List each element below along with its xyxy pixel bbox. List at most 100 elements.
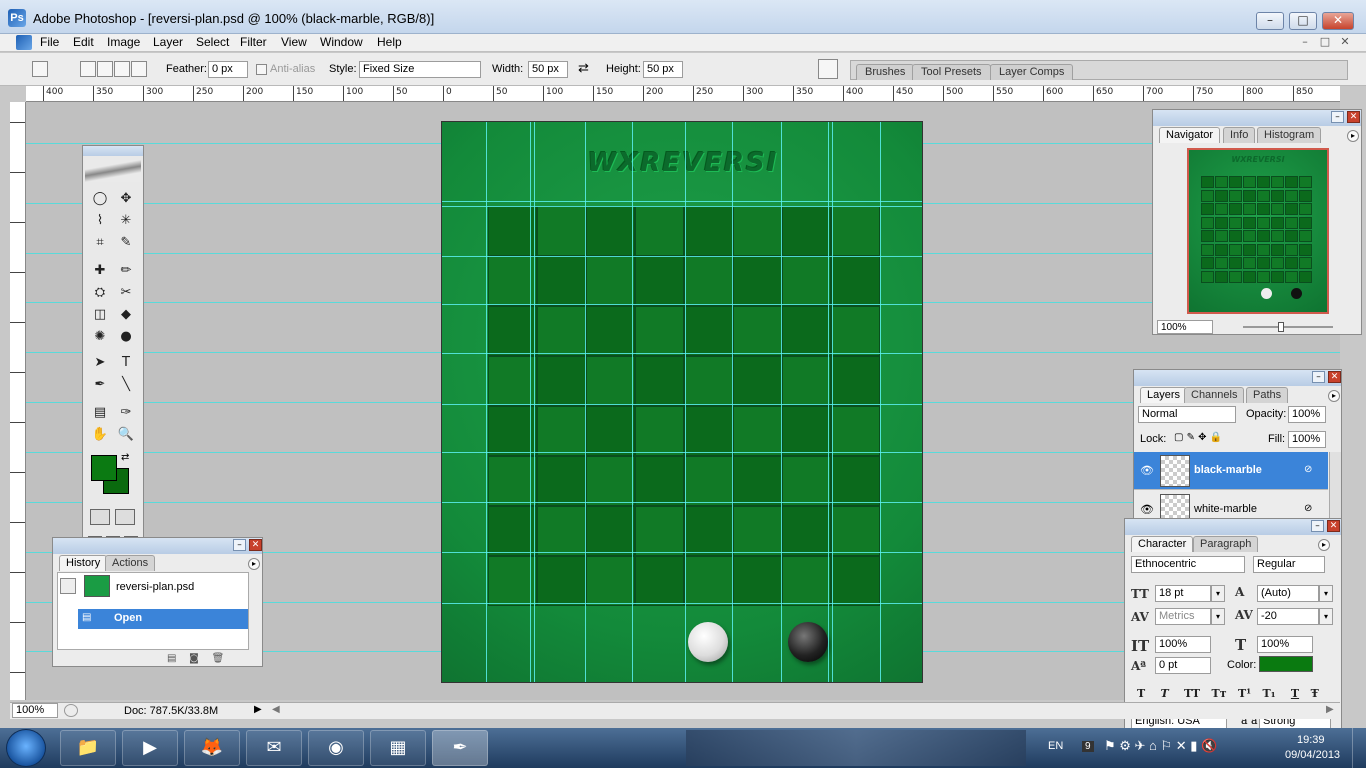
maximize-button[interactable]: □ bbox=[1289, 12, 1317, 30]
height-input[interactable]: 50 px bbox=[643, 61, 683, 78]
tab-channels[interactable]: Channels bbox=[1184, 387, 1245, 403]
tray-badge[interactable]: 9 bbox=[1082, 741, 1094, 752]
layers-minimize-button[interactable]: – bbox=[1312, 371, 1325, 383]
status-info-icon[interactable] bbox=[64, 704, 78, 717]
layer-effects-icon[interactable]: ⊘ bbox=[1304, 464, 1312, 475]
antialias-checkbox[interactable] bbox=[256, 64, 267, 75]
history-step-row[interactable]: ▤ Open bbox=[78, 609, 248, 629]
add-selection-icon[interactable] bbox=[97, 61, 113, 77]
layer-row[interactable]: 👁 white-marble ⊘ bbox=[1134, 491, 1328, 518]
swap-icon[interactable]: ⇄ bbox=[578, 60, 589, 76]
toolbox-header[interactable] bbox=[83, 146, 143, 156]
tab-info[interactable]: Info bbox=[1223, 127, 1256, 143]
blend-mode-select[interactable]: Normal bbox=[1138, 406, 1236, 423]
status-zoom-input[interactable]: 100% bbox=[12, 703, 58, 718]
character-panel-header[interactable]: – ✕ bbox=[1125, 519, 1341, 535]
faux-italic-button[interactable]: T bbox=[1161, 687, 1169, 700]
text-style-buttons[interactable]: T T TT Tт T¹ T₁ T Ŧ bbox=[1137, 687, 1319, 700]
document-icon[interactable] bbox=[16, 35, 32, 50]
taskbar-photoshop-icon[interactable]: ✒ bbox=[432, 730, 488, 766]
history-menu-icon[interactable]: ▸ bbox=[248, 558, 260, 570]
superscript-button[interactable]: T¹ bbox=[1238, 687, 1251, 700]
menu-view[interactable]: View bbox=[281, 35, 307, 49]
kerning-input[interactable]: Metrics bbox=[1155, 608, 1211, 625]
layer-name[interactable]: white-marble bbox=[1194, 503, 1257, 515]
tab-navigator[interactable]: Navigator bbox=[1159, 127, 1221, 143]
close-button[interactable]: ✕ bbox=[1322, 12, 1354, 30]
tool-icon[interactable]: ✏ bbox=[116, 262, 136, 280]
leading-dropdown[interactable]: ▾ bbox=[1319, 585, 1333, 602]
style-select[interactable]: Fixed Size bbox=[359, 61, 481, 78]
clock-time[interactable]: 19:39 bbox=[1297, 734, 1325, 746]
doc-close-button[interactable]: ✕ bbox=[1336, 35, 1354, 49]
all-caps-button[interactable]: TT bbox=[1184, 687, 1200, 700]
marquee-preset-icon[interactable] bbox=[32, 61, 48, 77]
new-selection-icon[interactable] bbox=[80, 61, 96, 77]
guide-line[interactable] bbox=[442, 206, 922, 207]
subtract-selection-icon[interactable] bbox=[114, 61, 130, 77]
font-family-select[interactable]: Ethnocentric bbox=[1131, 556, 1245, 573]
underline-button[interactable]: T bbox=[1291, 687, 1299, 700]
character-menu-icon[interactable]: ▸ bbox=[1318, 539, 1330, 551]
layers-menu-icon[interactable]: ▸ bbox=[1328, 390, 1340, 402]
tool-icon[interactable]: T bbox=[116, 354, 136, 372]
tray-icons[interactable]: ⚑ ⚙ ✈ ⌂ ⚐ ✕ ▮ 🔇 bbox=[1104, 738, 1217, 754]
text-color-swatch[interactable] bbox=[1259, 656, 1313, 672]
menu-select[interactable]: Select bbox=[196, 35, 229, 49]
faux-bold-button[interactable]: T bbox=[1137, 687, 1145, 700]
menu-file[interactable]: File bbox=[40, 35, 59, 49]
layer-name[interactable]: black-marble bbox=[1194, 464, 1262, 476]
vertical-ruler[interactable] bbox=[10, 102, 26, 700]
tab-histogram[interactable]: Histogram bbox=[1257, 127, 1322, 143]
quickmask-mode-button[interactable] bbox=[115, 509, 135, 525]
history-minimize-button[interactable]: – bbox=[233, 539, 246, 551]
tab-paths[interactable]: Paths bbox=[1246, 387, 1289, 403]
taskbar-firefox-icon[interactable]: 🦊 bbox=[184, 730, 240, 766]
navigator-zoom-input[interactable]: 100% bbox=[1157, 320, 1213, 334]
history-panel-header[interactable]: – ✕ bbox=[53, 538, 262, 554]
vertical-scale-input[interactable]: 100% bbox=[1155, 636, 1211, 653]
palette-well-icon[interactable] bbox=[818, 59, 838, 79]
taskbar-chrome-icon[interactable]: ◉ bbox=[308, 730, 364, 766]
navigator-thumbnail[interactable]: WXREVERSI bbox=[1187, 148, 1329, 314]
navigator-zoom-slider[interactable] bbox=[1243, 326, 1333, 328]
tab-actions[interactable]: Actions bbox=[105, 555, 156, 571]
horizontal-scale-input[interactable]: 100% bbox=[1257, 636, 1313, 653]
font-style-select[interactable]: Regular bbox=[1253, 556, 1325, 573]
tool-icon[interactable]: ✂ bbox=[116, 284, 136, 302]
horizontal-ruler[interactable]: 400 350 300 250 200 150 100 50 0 50 100 150 200 250 30… bbox=[26, 86, 1340, 102]
layers-close-button[interactable]: ✕ bbox=[1328, 371, 1341, 383]
baseline-shift-input[interactable]: 0 pt bbox=[1155, 657, 1211, 674]
small-caps-button[interactable]: Tт bbox=[1212, 687, 1227, 700]
doc-minimize-button[interactable]: – bbox=[1296, 35, 1314, 49]
tool-icon[interactable]: ⛭ bbox=[90, 284, 110, 302]
intersect-selection-icon[interactable] bbox=[131, 61, 147, 77]
tracking-dropdown[interactable]: ▾ bbox=[1319, 608, 1333, 625]
taskbar-explorer-icon[interactable]: 📁 bbox=[60, 730, 116, 766]
history-footer-icons[interactable]: ▤ ◙ 🗑 bbox=[167, 653, 224, 664]
hscroll-right-icon[interactable]: ▶ bbox=[1326, 704, 1334, 715]
tab-character[interactable]: Character bbox=[1131, 536, 1194, 552]
status-menu-arrow-icon[interactable]: ▶ bbox=[254, 704, 262, 715]
guide-line[interactable] bbox=[442, 256, 922, 257]
doc-restore-button[interactable]: □ bbox=[1316, 35, 1334, 49]
start-button[interactable] bbox=[6, 729, 46, 767]
snapshot-thumbnail[interactable] bbox=[84, 575, 110, 597]
taskbar-virtualbox-icon[interactable]: ▦ bbox=[370, 730, 426, 766]
tracking-input[interactable]: -20 bbox=[1257, 608, 1319, 625]
navigator-panel-header[interactable]: – ✕ bbox=[1153, 110, 1361, 126]
taskbar-thunderbird-icon[interactable]: ✉ bbox=[246, 730, 302, 766]
menu-filter[interactable]: Filter bbox=[240, 35, 267, 49]
menu-help[interactable]: Help bbox=[377, 35, 402, 49]
feather-input[interactable]: 0 px bbox=[208, 61, 248, 78]
navigator-close-button[interactable]: ✕ bbox=[1347, 111, 1360, 123]
menu-image[interactable]: Image bbox=[107, 35, 140, 49]
tab-paragraph[interactable]: Paragraph bbox=[1193, 536, 1259, 552]
font-size-input[interactable]: 18 pt bbox=[1155, 585, 1211, 602]
tool-icon[interactable]: ● bbox=[116, 328, 136, 346]
layer-row[interactable]: 👁 black-marble ⊘ bbox=[1134, 452, 1328, 490]
strikethrough-button[interactable]: Ŧ bbox=[1311, 687, 1319, 700]
opacity-input[interactable]: 100% bbox=[1288, 406, 1326, 423]
tool-icon[interactable]: ◯ bbox=[90, 190, 110, 208]
guide-line[interactable] bbox=[442, 502, 922, 503]
